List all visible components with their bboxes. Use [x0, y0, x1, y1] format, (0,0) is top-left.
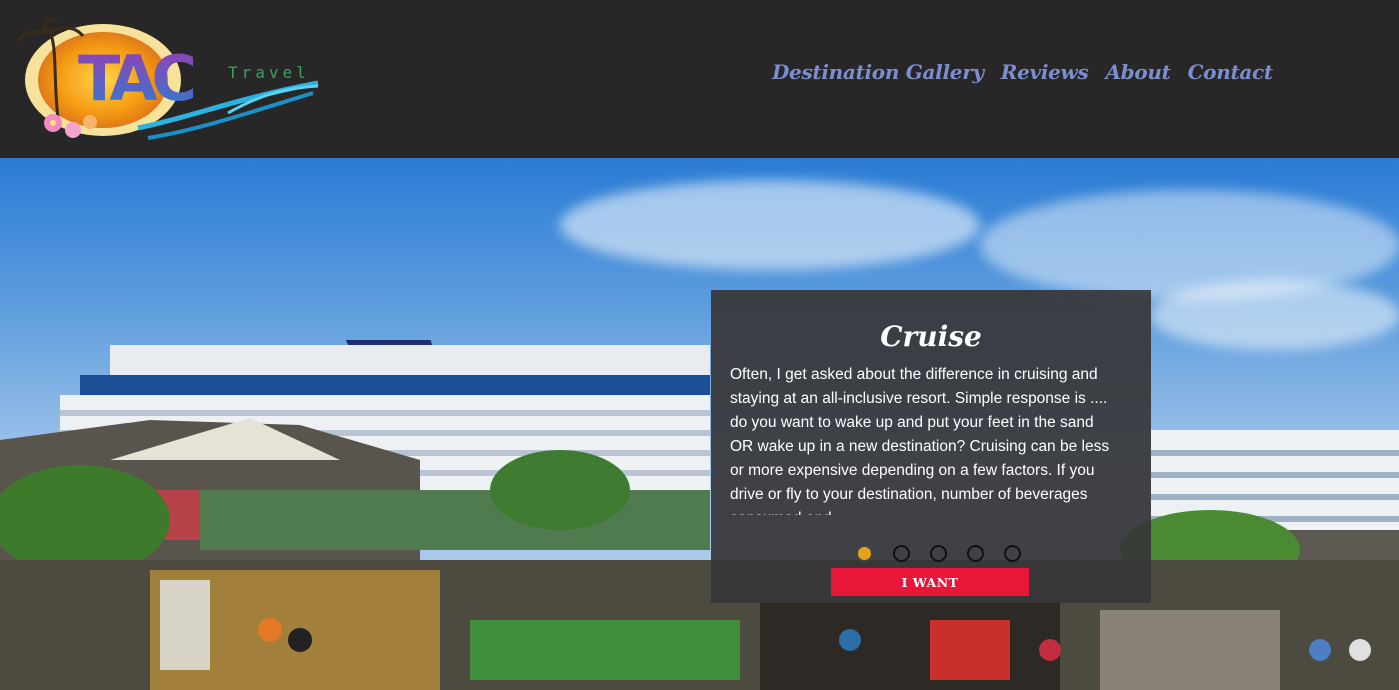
slide-pagination	[856, 545, 1021, 562]
tac-travel-logo[interactable]: TAC Travel	[16, 17, 328, 146]
slide-card: Cruise Often, I get asked about the diff…	[711, 290, 1151, 603]
site-header: TAC Travel Destination Gallery Reviews A…	[0, 0, 1399, 158]
logo-text: TAC	[78, 42, 193, 115]
nav-reviews[interactable]: Reviews	[1001, 60, 1089, 84]
slide-title: Cruise	[880, 320, 982, 353]
slide-body-text: Often, I get asked about the difference …	[730, 366, 1110, 515]
nav-destination-gallery[interactable]: Destination Gallery	[772, 60, 984, 84]
nav-contact[interactable]: Contact	[1188, 60, 1274, 84]
slide-dot-2[interactable]	[893, 545, 910, 562]
cruise-ship-image	[0, 340, 1399, 560]
slide-dot-3[interactable]	[930, 545, 947, 562]
slide-dot-1[interactable]	[856, 545, 873, 562]
nav-about[interactable]: About	[1105, 60, 1170, 84]
logo-subtext: Travel	[228, 63, 310, 82]
main-nav: Destination Gallery Reviews About Contac…	[772, 60, 1273, 84]
slide-dot-5[interactable]	[1004, 545, 1021, 562]
i-want-button[interactable]: I WANT	[831, 568, 1029, 596]
slide-dot-4[interactable]	[967, 545, 984, 562]
market-street	[0, 560, 1399, 690]
